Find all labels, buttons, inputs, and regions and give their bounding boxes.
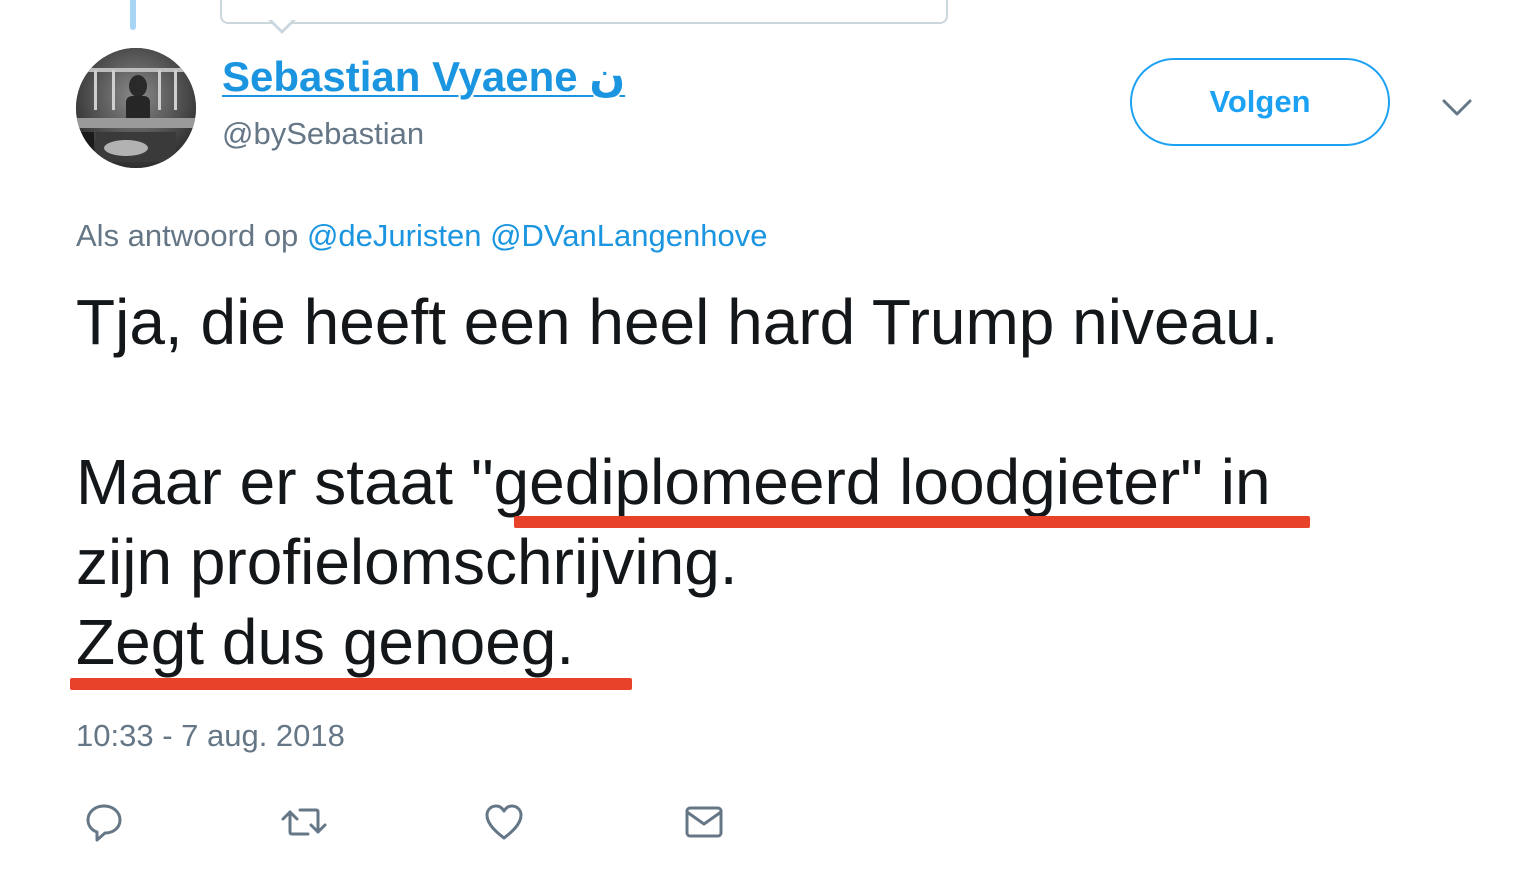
display-name[interactable]: Sebastian Vyaene ن [222,52,625,101]
tweet-line-2-before: Maar er staat [76,446,471,518]
retweet-button[interactable] [280,798,328,846]
like-button[interactable] [480,798,528,846]
display-name-text: Sebastian Vyaene [222,53,578,100]
reply-context: Als antwoord op @deJuristen @DVanLangenh… [76,218,767,254]
avatar[interactable] [76,48,196,168]
tweet-line-2-after: in [1202,446,1271,518]
tweet-timestamp[interactable]: 10:33 - 7 aug. 2018 [76,718,345,754]
avatar-image [76,48,196,168]
annotation-underline-2 [70,678,632,690]
tweet-text: Tja, die heeft een heel hard Trump nivea… [76,282,1476,682]
tweet-line-4: Zegt dus genoeg. [76,606,575,678]
user-handle: @bySebastian [222,116,425,151]
reply-prefix: Als antwoord op [76,218,299,253]
retweet-icon [281,808,327,836]
mention-dejuristen[interactable]: @deJuristen [307,218,482,253]
highlighted-phrase: "gediplomeerd loodgieter" [470,446,1203,518]
more-options-button[interactable] [1432,88,1482,128]
thread-connector [130,0,136,30]
heart-icon [485,804,523,840]
mention-dvanlangenhove[interactable]: @DVanLangenhove [490,218,767,253]
reply-icon [86,804,122,842]
chevron-down-icon [1442,99,1472,116]
tweet-line-1: Tja, die heeft een heel hard Trump nivea… [76,286,1279,358]
tweet-line-2: Maar er staat "gediplomeerd loodgieter" … [76,442,1476,522]
display-name-glyph: ن [589,53,626,100]
follow-button[interactable]: Volgen [1130,58,1390,146]
reply-button[interactable] [80,798,128,846]
envelope-icon [685,806,723,838]
tooltip-arrow-inner [270,18,294,30]
tweet-line-3: zijn profielomschrijving. [76,526,738,598]
direct-message-button[interactable] [680,798,728,846]
annotation-underline-1 [514,516,1310,528]
tooltip-popup [220,0,948,24]
